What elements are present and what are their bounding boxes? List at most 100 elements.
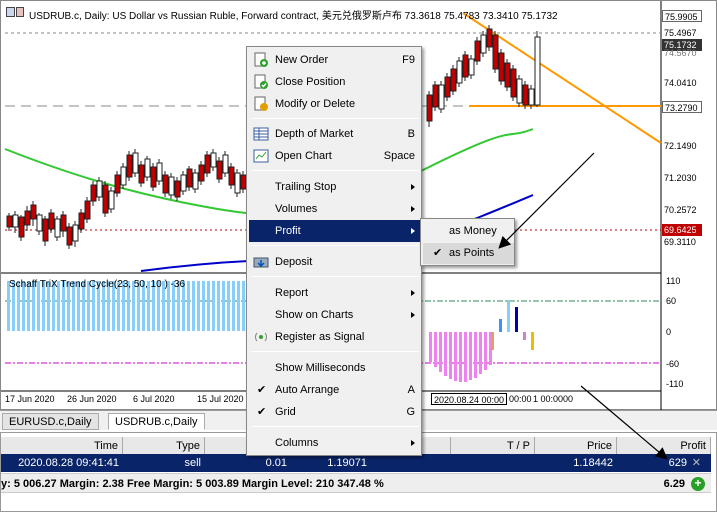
indicator-bar	[227, 281, 230, 331]
candle-body	[156, 162, 163, 182]
indicator-bar	[515, 307, 518, 332]
chart-title: USDRUB.c, Daily: US Dollar vs Russian Ru…	[29, 11, 558, 22]
candle-body	[96, 180, 103, 198]
candle-body	[528, 88, 535, 106]
submenu-item-as-points[interactable]: ✔ as Points	[423, 243, 514, 264]
close-trade-icon[interactable]: ✕	[692, 454, 701, 472]
indicator-bar	[242, 281, 245, 331]
menu-item-deposit[interactable]: Deposit	[249, 251, 421, 273]
submenu-arrow-icon	[411, 184, 415, 190]
candle-body	[504, 62, 511, 88]
menu-item-report[interactable]: Report	[249, 282, 421, 304]
tab-usdrub[interactable]: USDRUB.c,Daily	[108, 413, 205, 430]
price-label: 69.3110	[664, 237, 696, 247]
indicator-title: Schaff TriX Trend Cycle(23, 50, 10 ) -36	[9, 279, 186, 290]
candle-body	[108, 190, 115, 210]
candle-body	[36, 214, 43, 232]
candle-body	[222, 154, 229, 174]
candle-body	[72, 224, 79, 242]
submenu-arrow-icon	[411, 312, 415, 318]
candle-body	[444, 76, 451, 98]
price-label-line: 73.2790	[662, 101, 702, 113]
candle-body	[18, 216, 25, 238]
menu-item-open-chart[interactable]: Open Chart Space	[249, 145, 421, 167]
indicator-bar	[484, 332, 487, 370]
trade-open-price: 1.19071	[327, 457, 367, 469]
price-label: 70.2572	[664, 205, 697, 215]
indicator-bar	[499, 319, 502, 332]
price-label-ask: 69.6425	[662, 224, 702, 236]
submenu-arrow-icon	[411, 228, 415, 234]
candle-body	[456, 60, 463, 84]
indicator-bar	[434, 332, 437, 367]
indicator-bar	[449, 332, 452, 379]
indicator-level-label: -110	[666, 379, 684, 389]
candle-body	[522, 84, 529, 106]
candle-body	[168, 176, 175, 196]
menu-item-modify-delete[interactable]: Modify or Delete	[249, 93, 421, 115]
indicator-bar	[429, 332, 432, 362]
candle-body	[84, 200, 91, 220]
candle-body	[468, 58, 475, 76]
submenu-arrow-icon	[411, 206, 415, 212]
menu-item-grid[interactable]: ✔ Grid G	[249, 401, 421, 423]
candle-body	[144, 158, 151, 178]
menu-item-columns[interactable]: Columns	[249, 432, 421, 454]
menu-item-show-milliseconds[interactable]: Show Milliseconds	[249, 357, 421, 379]
candle-body	[234, 172, 241, 194]
indicator-level-label: -60	[666, 359, 680, 369]
menu-item-auto-arrange[interactable]: ✔ Auto Arrange A	[249, 379, 421, 401]
menu-item-show-on-charts[interactable]: Show on Charts	[249, 304, 421, 326]
candle-body	[450, 68, 457, 92]
candle-body	[126, 154, 133, 178]
profit-submenu: as Money ✔ as Points	[420, 218, 515, 266]
price-label: 72.1490	[664, 141, 697, 151]
trade-row[interactable]: 2020.08.28 09:41:41 sell 0.01 1.19071 1.…	[1, 454, 711, 472]
candle-body	[174, 180, 181, 198]
candle-body	[534, 36, 541, 106]
menu-item-volumes[interactable]: Volumes	[249, 198, 421, 220]
candle-body	[498, 52, 505, 82]
candle-body	[42, 218, 49, 242]
candle-body	[432, 84, 439, 108]
candle-body	[516, 78, 523, 104]
menu-item-depth-of-market[interactable]: Depth of Market B	[249, 123, 421, 145]
plus-icon[interactable]: +	[691, 477, 705, 491]
indicator-bar	[459, 332, 462, 382]
tab-eurusd[interactable]: EURUSD.c,Daily	[2, 413, 99, 430]
open-chart-icon	[253, 149, 269, 163]
submenu-item-as-money[interactable]: as Money	[423, 221, 514, 242]
candle-body	[78, 212, 85, 230]
candle-body	[150, 166, 157, 188]
date-axis-label: 00	[563, 394, 574, 404]
candle-body	[186, 168, 193, 188]
menu-item-profit[interactable]: Profit	[249, 220, 421, 242]
menu-item-close-position[interactable]: Close Position	[249, 71, 421, 93]
menu-item-trailing-stop[interactable]: Trailing Stop	[249, 176, 421, 198]
modify-icon	[254, 96, 268, 111]
checkmark-icon: ✔	[433, 247, 443, 259]
menu-item-new-order[interactable]: New Order F9	[249, 49, 421, 71]
indicator-bar	[444, 332, 447, 376]
indicator-bar	[202, 281, 205, 331]
chart-window-icon	[6, 7, 24, 17]
candle-body	[24, 210, 31, 226]
candle-body	[102, 184, 109, 214]
indicator-bar	[187, 281, 190, 331]
indicator-bar	[439, 332, 442, 372]
price-label: 75.9905	[662, 10, 702, 22]
indicator-bar	[507, 300, 510, 332]
indicator-level-label: 0	[666, 327, 672, 337]
candle-body	[486, 28, 493, 48]
candle-body	[210, 152, 217, 168]
checkmark-icon: ✔	[257, 406, 267, 418]
balance-row: y: 5 006.27 Margin: 2.38 Free Margin: 5 …	[1, 473, 711, 493]
menu-item-register-signal[interactable]: Register as Signal	[249, 326, 421, 348]
signal-icon	[255, 332, 267, 342]
candle-body	[48, 212, 55, 230]
indicator-bar	[192, 281, 195, 331]
indicator-bar	[237, 281, 240, 331]
candle-body	[204, 154, 211, 174]
candle-body	[426, 94, 433, 122]
candle-body	[6, 215, 13, 228]
